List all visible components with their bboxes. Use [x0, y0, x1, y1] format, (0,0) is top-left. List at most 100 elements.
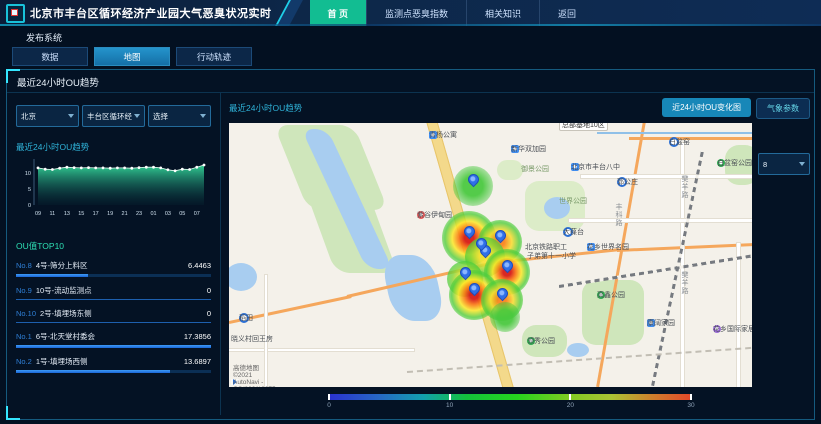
nav-item-1[interactable]: 监测点恶臭指数 [366, 0, 466, 26]
map-label: 白盆窑公园 [717, 159, 725, 167]
map-label-text: 康阔家园 [647, 318, 675, 328]
map-road-white-2 [737, 243, 740, 387]
app-window: 北京市丰台区循环经济产业园大气恶臭状况实时 首 页监测点恶臭指数相关知识返回 发… [0, 0, 821, 424]
top-list-row: No.910号-流动监测点0 [16, 285, 211, 300]
map[interactable]: 高德地图 ©2021 AutoNavi - GS(2021)6375号 青杨公寓… [229, 123, 752, 387]
map-label-text: 晓义村回王房 [231, 334, 273, 344]
map-label-text: 新华双加园 [511, 144, 546, 154]
filters: 北京 丰台区循环经济产选择 [16, 105, 211, 127]
map-label-text: 白盆窑公园 [717, 158, 752, 168]
map-park-small [497, 160, 523, 180]
brand: 北京市丰台区循环经济产业园大气恶臭状况实时 [0, 4, 272, 23]
trend-chart-title: 最近24小时OU趋势 [16, 141, 211, 153]
map-attribution: 高德地图 ©2021 AutoNavi - GS(2021)6375号 [231, 379, 239, 385]
top-list: No.8 4号-筛分上料区 6.4463 No.910号-流动监测点0 No.10 2号-… [16, 260, 211, 373]
legend-tick-mark [328, 394, 330, 400]
filter-dropdown-value: 北京 [21, 111, 36, 122]
chevron-down-icon [799, 162, 805, 166]
map-label: 稻田 [239, 313, 249, 323]
app-logo-icon [6, 4, 25, 23]
filter-dropdown-value: 选择 [153, 111, 168, 122]
map-road-white-4 [569, 219, 752, 222]
chevron-down-icon [200, 114, 206, 118]
rank-label: No.9 [16, 286, 32, 295]
map-label: 郭公庄 [617, 177, 627, 187]
nav: 首 页监测点恶臭指数相关知识返回 [310, 0, 595, 26]
publish-system-label: 发布系统 [26, 31, 821, 44]
map-button-1[interactable]: 气象参数 [756, 98, 810, 119]
publish-tab-2[interactable]: 行动轨迹 [176, 47, 252, 66]
site-name: 4号-筛分上料区 [36, 260, 184, 271]
map-label-text: 丰科路 [613, 203, 623, 227]
trend-chart: 0510091113151719212301030507 [16, 153, 212, 227]
legend-tick-mark [690, 394, 692, 400]
site-name: 2号-填埋场东侧 [40, 308, 203, 319]
svg-text:13: 13 [64, 211, 70, 217]
map-label-text: 樊羊路 [679, 175, 689, 199]
map-attribution-text: 高德地图 ©2021 AutoNavi - GS(2021)6375号 [233, 362, 276, 388]
map-buttons: 近24小时OU变化图气象参数 [662, 98, 810, 119]
map-label: 领秀公园 [527, 337, 535, 345]
rank-label: No.2 [16, 357, 32, 366]
map-row: 高德地图 ©2021 AutoNavi - GS(2021)6375号 青杨公寓… [229, 123, 810, 387]
map-label: 花乡世界名园 [587, 243, 595, 251]
svg-text:09: 09 [35, 211, 41, 217]
map-label: 大葆台 [563, 227, 573, 237]
publish-tabs: 数据地图行动轨迹 [12, 47, 821, 66]
legend-tick-mark [569, 394, 571, 400]
map-label: 高鑫公园 [597, 291, 605, 299]
map-label: 紫谷伊甸园 [417, 211, 425, 219]
value-bar [16, 299, 211, 300]
legend-tick-label: 20 [567, 402, 574, 409]
hour-select[interactable]: 8 [758, 153, 810, 175]
ou-value: 17.3856 [184, 332, 211, 341]
top-list-row: No.8 4号-筛分上料区 6.4463 [16, 260, 211, 277]
map-label-text: 花乡世界名园 [587, 242, 629, 252]
ou-value: 6.4463 [188, 261, 211, 270]
top-list-row: No.16号-北天堂村委会17.3856 [16, 331, 211, 348]
map-button-0[interactable]: 近24小时OU变化图 [662, 98, 751, 117]
rank-label: No.10 [16, 309, 36, 318]
svg-text:17: 17 [93, 211, 99, 217]
top-list-row-line: No.21号-填埋场西侧13.6897 [16, 356, 211, 367]
map-label-text: 子弟第十一小学 [527, 251, 576, 261]
rank-label: No.8 [16, 261, 32, 270]
chevron-down-icon [134, 114, 140, 118]
svg-text:23: 23 [136, 211, 142, 217]
map-label-text: 稻田 [239, 313, 253, 323]
map-label-text: 樊羊路 [679, 271, 689, 295]
nav-item-2[interactable]: 相关知识 [466, 0, 539, 26]
map-road-orange-3 [629, 137, 752, 140]
map-label-text: 紫谷伊甸园 [417, 210, 452, 220]
map-label-text: 郭公庄 [617, 177, 638, 187]
nav-item-3[interactable]: 返回 [539, 0, 594, 26]
map-label-text: 花乡国际家居 [713, 324, 752, 334]
header-slant-divider [275, 0, 303, 26]
filter-dropdown-0[interactable]: 北京 [16, 105, 79, 127]
left-column: 北京丰台区循环经济产选择 最近24小时OU趋势 0510091113151719… [7, 93, 221, 415]
nav-item-0[interactable]: 首 页 [310, 0, 367, 26]
top-list-row-line: No.16号-北天堂村委会17.3856 [16, 331, 211, 342]
svg-text:21: 21 [122, 211, 128, 217]
svg-text:03: 03 [165, 211, 171, 217]
map-lake-2 [229, 263, 257, 291]
filter-dropdown-2[interactable]: 选择 [148, 105, 211, 127]
publish-tab-0[interactable]: 数据 [12, 47, 88, 66]
legend-tick-label: 30 [687, 402, 694, 409]
filter-dropdown-1[interactable]: 丰台区循环经济产 [82, 105, 145, 127]
svg-text:15: 15 [78, 211, 84, 217]
map-label: 花乡国际家居 [713, 325, 721, 333]
map-canal [597, 132, 752, 134]
map-label-text: 总部基地10区 [559, 123, 608, 131]
svg-text:19: 19 [107, 211, 113, 217]
legend-tick-mark [449, 394, 451, 400]
publish-tab-1[interactable]: 地图 [94, 47, 170, 66]
map-label-text: 高鑫公园 [597, 290, 625, 300]
top-list-row-line: No.102号-填埋场东侧0 [16, 308, 211, 319]
ou-value: 0 [207, 286, 211, 295]
svg-text:11: 11 [50, 211, 56, 217]
top-list-row: No.102号-填埋场东侧0 [16, 308, 211, 323]
svg-text:07: 07 [194, 211, 200, 217]
right-column: 最近24小时OU趋势 近24小时OU变化图气象参数 [221, 93, 816, 415]
map-road-orange-1d [617, 243, 752, 252]
